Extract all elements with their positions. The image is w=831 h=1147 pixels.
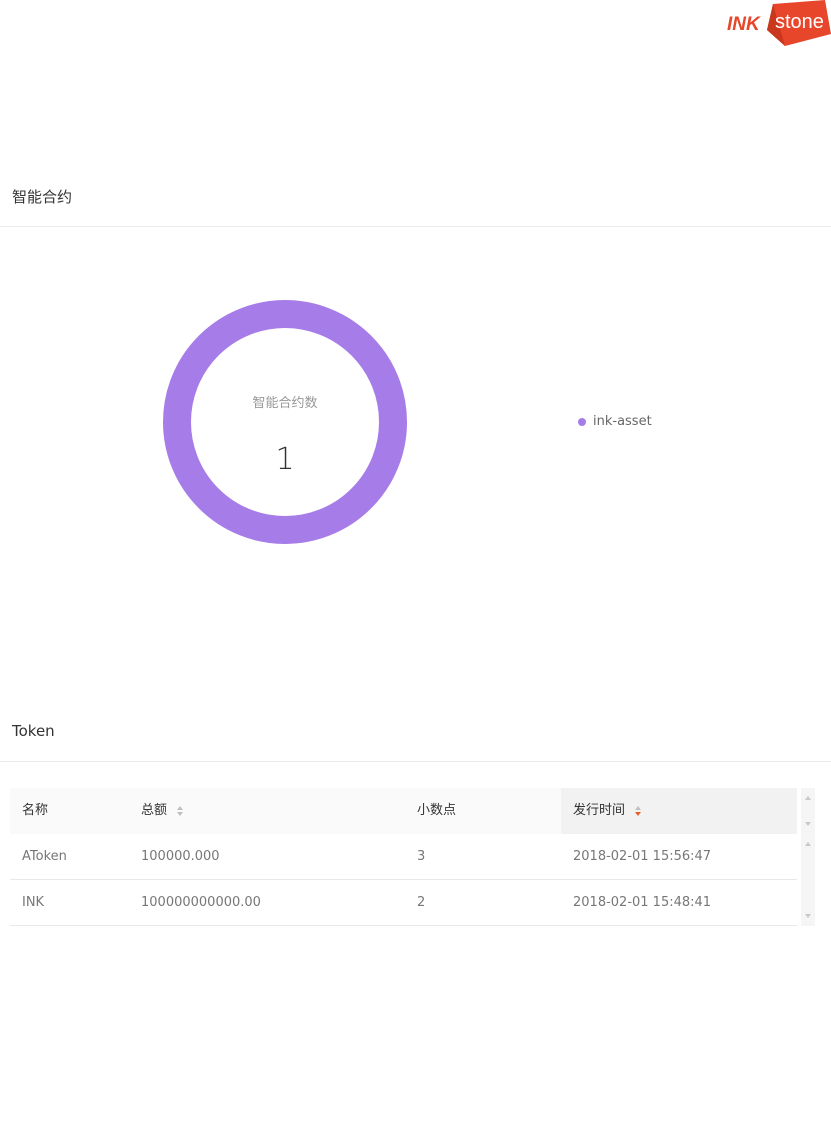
column-header-decimals: 小数点 bbox=[417, 803, 457, 818]
cell-total: 100000.000 bbox=[141, 849, 220, 864]
token-section-title: Token bbox=[12, 722, 55, 740]
donut-legend-item[interactable]: ink-asset bbox=[578, 414, 652, 429]
cell-total: 100000000000.00 bbox=[141, 895, 261, 910]
logo-prefix: INK bbox=[727, 14, 761, 35]
scroll-down-icon[interactable] bbox=[805, 822, 811, 826]
cell-issue-time: 2018-02-01 15:48:41 bbox=[573, 895, 712, 910]
cell-issue-time: 2018-02-01 15:56:47 bbox=[573, 849, 712, 864]
cell-decimals: 2 bbox=[417, 895, 426, 910]
header-scrollbar[interactable] bbox=[801, 788, 815, 834]
sort-icon[interactable] bbox=[177, 805, 185, 817]
donut-center-label: 智能合约数 bbox=[252, 396, 318, 411]
table-row[interactable]: AToken 100000.000 3 2018-02-01 15:56:47 bbox=[10, 834, 797, 880]
sort-icon-active[interactable] bbox=[635, 805, 643, 817]
legend-dot-icon bbox=[578, 417, 586, 426]
column-header-name: 名称 bbox=[22, 803, 49, 818]
cell-name: AToken bbox=[22, 849, 67, 864]
divider bbox=[0, 761, 831, 762]
divider bbox=[0, 226, 831, 227]
scroll-up-icon[interactable] bbox=[805, 842, 811, 846]
logo-text: stone bbox=[775, 11, 824, 33]
donut-segment-ink-asset bbox=[163, 300, 407, 544]
contracts-section-title: 智能合约 bbox=[12, 188, 73, 206]
cell-name: INK bbox=[22, 895, 45, 910]
column-header-issue-time[interactable]: 发行时间 bbox=[573, 788, 643, 833]
body-scrollbar[interactable] bbox=[801, 834, 815, 926]
scroll-down-icon[interactable] bbox=[805, 914, 811, 918]
contracts-donut-chart: 智能合约数 1 bbox=[163, 300, 407, 544]
inkstone-logo[interactable]: INK stone bbox=[713, 0, 831, 46]
table-header-row: 名称 总额 小数点 发行时间 bbox=[10, 788, 797, 835]
cell-decimals: 3 bbox=[417, 849, 426, 864]
table-row[interactable]: INK 100000000000.00 2 2018-02-01 15:48:4… bbox=[10, 880, 797, 926]
scroll-up-icon[interactable] bbox=[805, 796, 811, 800]
donut-center-value: 1 bbox=[275, 442, 295, 477]
legend-label: ink-asset bbox=[593, 414, 652, 429]
column-header-total[interactable]: 总额 bbox=[141, 788, 185, 833]
